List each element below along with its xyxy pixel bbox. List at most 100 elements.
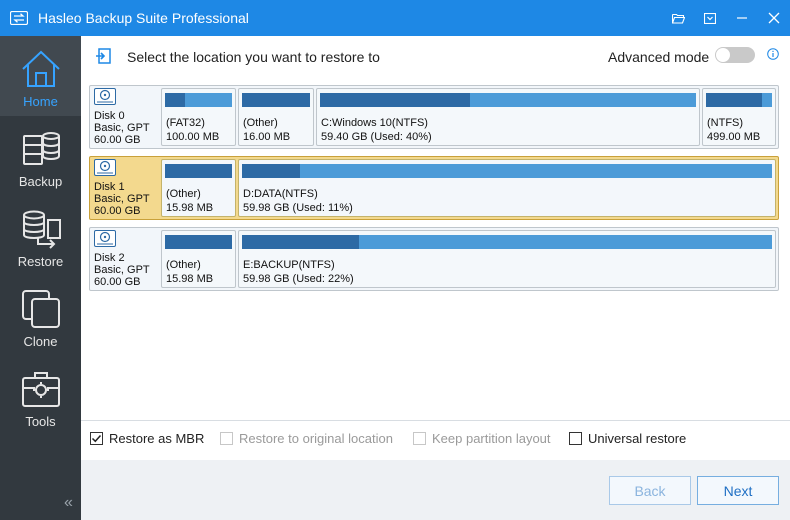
disk-size: 60.00 GB (94, 205, 141, 217)
partition-d-data[interactable]: D:DATA(NTFS) 59.98 GB (Used: 11%) (238, 159, 776, 217)
checkbox-label: Restore as MBR (109, 431, 205, 446)
title-bar: Hasleo Backup Suite Professional (0, 0, 790, 36)
disk-row-1[interactable]: Disk 1 Basic, GPT 60.00 GB (Other) 15.98 … (89, 156, 779, 220)
disk-list: Disk 0 Basic, GPT 60.00 GB (FAT32) 100.00… (89, 85, 779, 415)
partition-ntfs-recovery[interactable]: (NTFS) 499.00 MB (702, 88, 776, 146)
sidebar-item-label: Tools (25, 414, 56, 429)
checkbox-box[interactable] (413, 432, 426, 445)
usage-bar (320, 93, 696, 107)
usage-bar-used (242, 235, 359, 249)
page-header: Select the location you want to restore … (81, 36, 790, 78)
partition-other[interactable]: (Other) 16.00 MB (238, 88, 314, 146)
backup-icon (22, 132, 60, 165)
disk-row-2[interactable]: Disk 2 Basic, GPT 60.00 GB (Other) 15.98 … (89, 227, 779, 291)
partition-fat32[interactable]: (FAT32) 100.00 MB (161, 88, 236, 146)
restore-original-location-checkbox[interactable]: Restore to original location (220, 431, 393, 446)
usage-bar (706, 93, 772, 107)
checkbox-box[interactable] (90, 432, 103, 445)
partition-size: 59.98 GB (Used: 11%) (243, 202, 353, 214)
restore-as-mbr-checkbox[interactable]: Restore as MBR (90, 431, 204, 446)
advanced-mode-label: Advanced mode (608, 49, 710, 65)
sidebar-item-label: Backup (18, 174, 63, 189)
dropdown-icon[interactable] (694, 0, 726, 36)
toggle-knob (716, 48, 730, 62)
checkbox-box[interactable] (220, 432, 233, 445)
partition-size: 16.00 MB (243, 131, 291, 143)
partition-label: E:BACKUP(NTFS) (243, 259, 335, 271)
collapse-sidebar-icon[interactable]: « (64, 494, 73, 512)
disk-info: Disk 1 Basic, GPT 60.00 GB (90, 157, 161, 219)
advanced-mode-toggle[interactable] (715, 47, 755, 63)
disk-type: Basic, GPT (94, 122, 150, 134)
partition-label: C:Windows 10(NTFS) (321, 117, 428, 129)
sidebar-item-home[interactable]: Home (0, 36, 81, 116)
checkbox-label: Restore to original location (239, 431, 393, 446)
usage-bar (165, 235, 232, 249)
partition-other[interactable]: (Other) 15.98 MB (161, 159, 236, 217)
partition-e-backup[interactable]: E:BACKUP(NTFS) 59.98 GB (Used: 22%) (238, 230, 776, 288)
back-button[interactable]: Back (609, 476, 691, 505)
partition-size: 100.00 MB (166, 131, 220, 143)
sidebar: Home Backup Restore Clone Tools « (0, 36, 81, 520)
checkbox-label: Universal restore (588, 431, 687, 446)
usage-bar-used (165, 93, 186, 107)
checkbox-label: Keep partition layout (432, 431, 551, 446)
app-logo-icon (9, 8, 29, 28)
partition-label: D:DATA(NTFS) (243, 188, 318, 200)
home-icon (21, 50, 60, 87)
disk-name: Disk 2 (94, 252, 125, 264)
usage-bar-used (242, 164, 301, 178)
partition-size: 15.98 MB (166, 202, 214, 214)
clone-icon (21, 290, 60, 328)
disk-type: Basic, GPT (94, 264, 150, 276)
restore-target-icon (95, 48, 111, 67)
disk-type: Basic, GPT (94, 193, 150, 205)
usage-bar (165, 93, 232, 107)
usage-bar (165, 164, 232, 178)
partition-other[interactable]: (Other) 15.98 MB (161, 230, 236, 288)
sidebar-item-label: Clone (23, 334, 58, 349)
disk-icon (94, 159, 116, 176)
disk-info: Disk 2 Basic, GPT 60.00 GB (90, 228, 161, 290)
disk-icon (94, 230, 116, 247)
next-button[interactable]: Next (697, 476, 779, 505)
info-icon[interactable] (767, 48, 779, 63)
disk-icon (94, 88, 116, 105)
sidebar-item-clone[interactable]: Clone (0, 276, 81, 356)
partition-c-windows[interactable]: C:Windows 10(NTFS) 59.40 GB (Used: 40%) (316, 88, 700, 146)
minimize-icon[interactable] (726, 0, 758, 36)
partition-size: 15.98 MB (166, 273, 214, 285)
partition-size: 59.98 GB (Used: 22%) (243, 273, 354, 285)
checkbox-box[interactable] (569, 432, 582, 445)
disk-name: Disk 1 (94, 181, 125, 193)
universal-restore-checkbox[interactable]: Universal restore (569, 431, 686, 446)
restore-icon (22, 210, 61, 249)
disk-row-0[interactable]: Disk 0 Basic, GPT 60.00 GB (FAT32) 100.00… (89, 85, 779, 149)
usage-bar-used (165, 164, 232, 178)
divider (81, 420, 790, 421)
partition-label: (NTFS) (707, 117, 744, 129)
tools-icon (21, 372, 60, 407)
window-title: Hasleo Backup Suite Professional (38, 10, 249, 26)
usage-bar (242, 93, 310, 107)
page-instruction: Select the location you want to restore … (127, 49, 380, 65)
partition-label: (Other) (243, 117, 278, 129)
partition-size: 59.40 GB (Used: 40%) (321, 131, 432, 143)
disk-info: Disk 0 Basic, GPT 60.00 GB (90, 86, 161, 148)
usage-bar-used (242, 93, 310, 107)
sidebar-item-restore[interactable]: Restore (0, 196, 81, 276)
disk-size: 60.00 GB (94, 276, 141, 288)
usage-bar-used (706, 93, 763, 107)
usage-bar (242, 164, 772, 178)
folder-open-icon[interactable] (662, 0, 694, 36)
close-icon[interactable] (758, 0, 790, 36)
usage-bar-used (320, 93, 471, 107)
sidebar-item-backup[interactable]: Backup (0, 116, 81, 196)
keep-partition-layout-checkbox[interactable]: Keep partition layout (413, 431, 551, 446)
sidebar-item-label: Restore (17, 254, 64, 269)
partition-label: (Other) (166, 188, 201, 200)
sidebar-item-label: Home (23, 94, 58, 109)
sidebar-item-tools[interactable]: Tools (0, 356, 81, 436)
usage-bar (242, 235, 772, 249)
disk-size: 60.00 GB (94, 134, 141, 146)
